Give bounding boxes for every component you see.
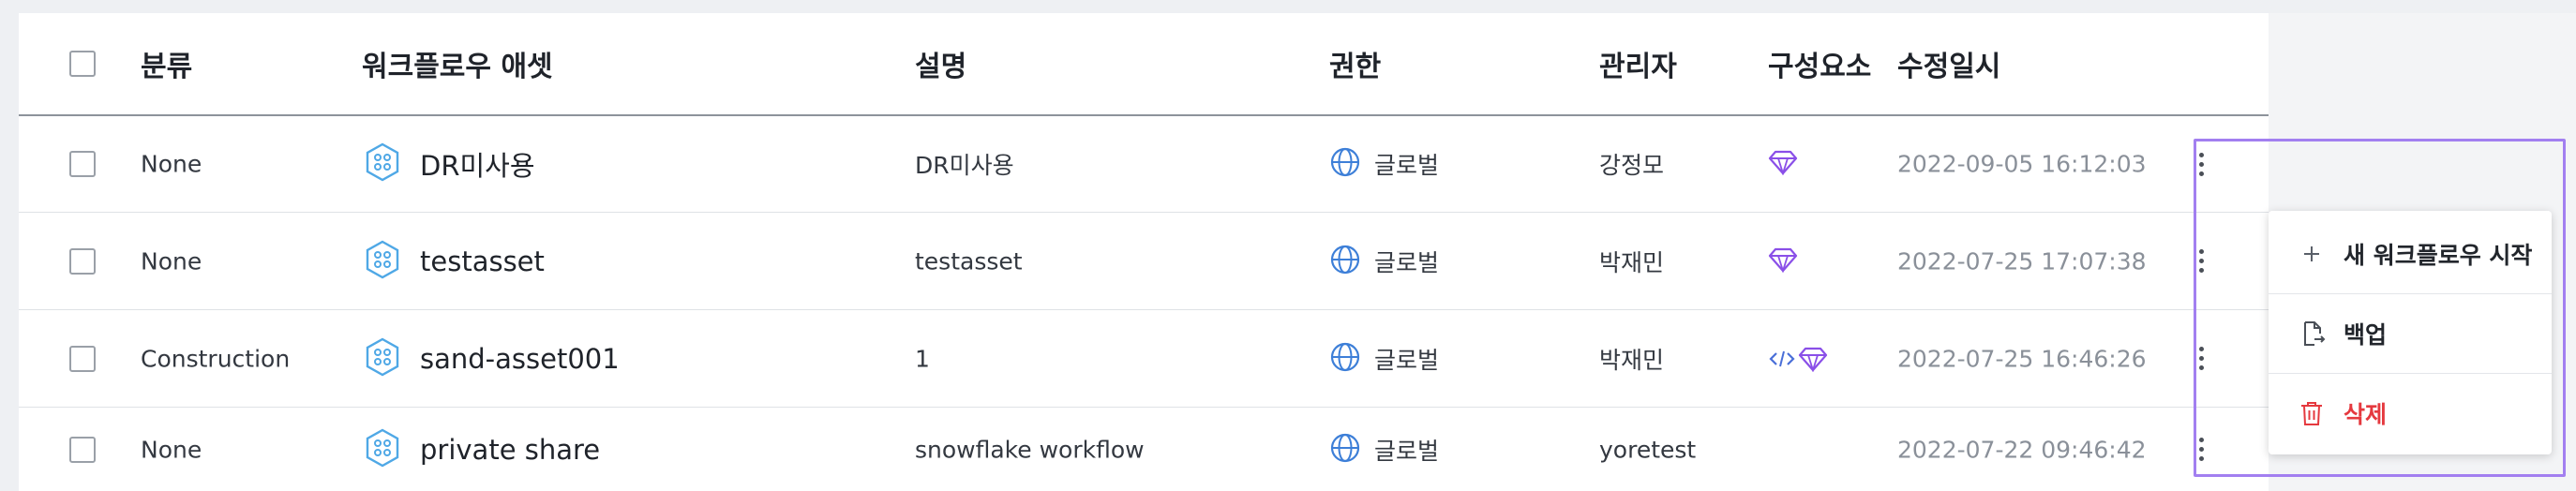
row-manager: 박재민 [1599, 248, 1665, 276]
globe-icon [1329, 432, 1361, 468]
row-modified: 2022-07-25 16:46:26 [1897, 345, 2147, 372]
row-manager: 박재민 [1599, 346, 1665, 374]
globe-icon [1329, 341, 1361, 377]
menu-item-backup[interactable]: 백업 [2269, 294, 2552, 374]
row-permission: 글로벌 [1374, 248, 1440, 276]
globe-icon [1329, 244, 1361, 279]
row-manager: 강정모 [1599, 152, 1665, 179]
row-more-menu-button[interactable] [2184, 426, 2218, 473]
row-modified: 2022-07-25 17:07:38 [1897, 247, 2147, 275]
table-header: 분류 워크플로우 애셋 설명 권한 관리자 구성요소 수정일시 [19, 13, 2269, 116]
row-description: 1 [915, 345, 930, 372]
row-checkbox[interactable] [69, 247, 96, 275]
row-category: None [141, 150, 202, 178]
row-more-menu-button[interactable] [2184, 238, 2218, 285]
table-row[interactable]: None DR미사용 DR미사용 글로벌 강정모 2022-09-05 16:1… [19, 116, 2269, 213]
row-modified: 2022-09-05 16:12:03 [1897, 150, 2147, 178]
plus-icon [2304, 246, 2319, 261]
workflow-asset-table: 분류 워크플로우 애셋 설명 권한 관리자 구성요소 수정일시 None DR미… [19, 13, 2269, 491]
workflow-asset-icon [362, 239, 403, 284]
table-row[interactable]: None testasset testasset 글로벌 박재민 2022-07… [19, 213, 2269, 310]
row-more-menu-button[interactable] [2184, 141, 2218, 187]
backup-file-icon [2304, 321, 2326, 346]
header-components[interactable]: 구성요소 [1768, 43, 1871, 84]
code-icon [1769, 350, 1795, 366]
menu-item-label: 백업 [2344, 321, 2388, 349]
header-asset[interactable]: 워크플로우 애셋 [362, 43, 553, 84]
row-description: testasset [915, 247, 1023, 275]
gem-icon [1798, 347, 1828, 372]
table-row[interactable]: Construction sand-asset001 1 글로벌 박재민 202… [19, 310, 2269, 408]
header-modified[interactable]: 수정일시 [1897, 43, 2000, 84]
row-checkbox[interactable] [69, 151, 96, 177]
gem-icon [1768, 246, 1798, 276]
row-checkbox[interactable] [69, 436, 96, 463]
header-permission[interactable]: 권한 [1329, 43, 1381, 84]
row-permission: 글로벌 [1374, 437, 1440, 465]
workflow-asset-icon [362, 336, 403, 381]
menu-item-label: 삭제 [2344, 401, 2388, 428]
workflow-asset-icon [362, 141, 403, 186]
row-context-menu: 새 워크플로우 시작 백업 삭제 [2269, 211, 2552, 454]
header-category[interactable]: 분류 [141, 43, 192, 84]
row-description: snowflake workflow [915, 436, 1145, 463]
select-all-checkbox[interactable] [69, 51, 96, 77]
table-row[interactable]: None private share snowflake workflow 글로… [19, 408, 2269, 491]
row-more-menu-button[interactable] [2184, 335, 2218, 382]
row-permission: 글로벌 [1374, 152, 1440, 179]
header-description[interactable]: 설명 [915, 43, 966, 84]
row-modified: 2022-07-22 09:46:42 [1897, 436, 2147, 463]
trash-icon [2301, 402, 2322, 425]
asset-name-link[interactable]: private share [420, 434, 600, 466]
globe-icon [1329, 146, 1361, 182]
row-checkbox[interactable] [69, 345, 96, 372]
menu-item-delete[interactable]: 삭제 [2269, 374, 2552, 453]
header-manager[interactable]: 관리자 [1599, 43, 1677, 84]
asset-name-link[interactable]: testasset [420, 246, 545, 277]
workflow-asset-icon [362, 427, 403, 472]
row-description: DR미사용 [915, 152, 1014, 179]
row-category: Construction [141, 345, 291, 372]
row-manager: yoretest [1599, 436, 1697, 463]
menu-item-new-workflow[interactable]: 새 워크플로우 시작 [2269, 215, 2552, 294]
row-category: None [141, 247, 202, 275]
gem-icon [1768, 149, 1798, 179]
menu-item-label: 새 워크플로우 시작 [2344, 242, 2533, 269]
row-permission: 글로벌 [1374, 346, 1440, 374]
asset-name-link[interactable]: DR미사용 [420, 144, 535, 184]
row-category: None [141, 436, 202, 463]
row-components [1768, 346, 1828, 372]
asset-name-link[interactable]: sand-asset001 [420, 343, 620, 375]
